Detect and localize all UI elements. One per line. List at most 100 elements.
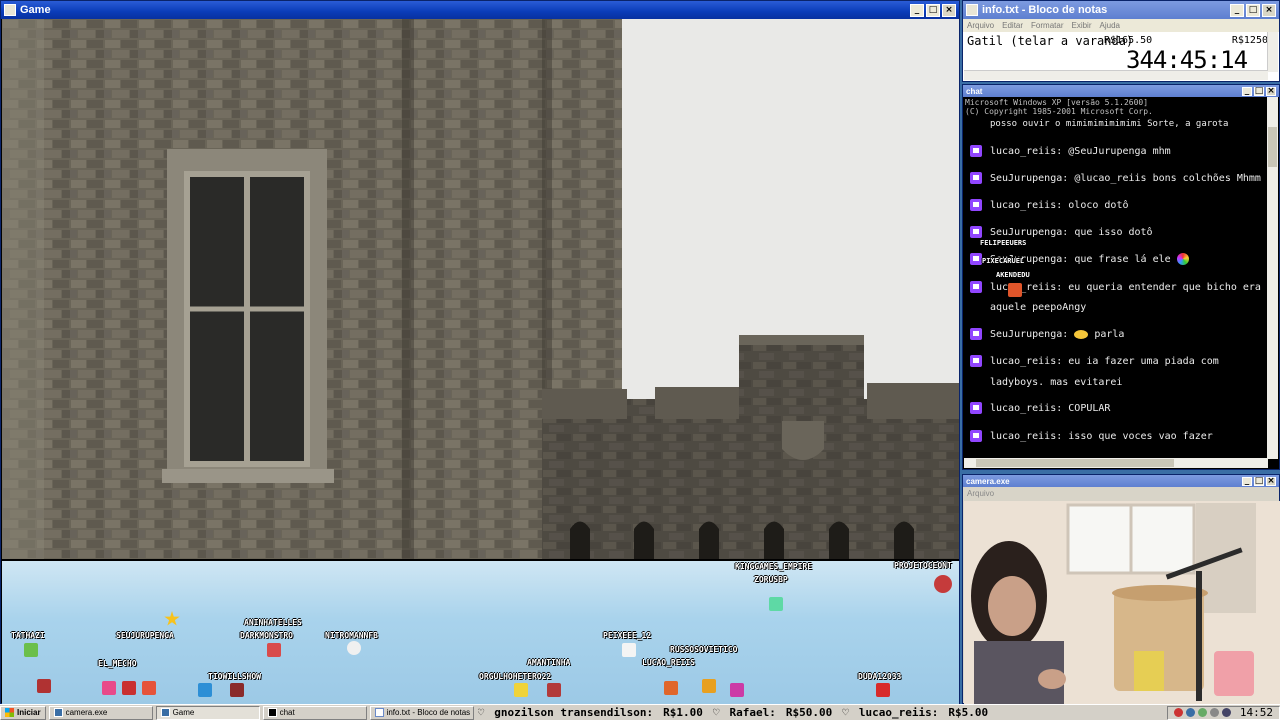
menu-format[interactable]: Formatar [1031, 21, 1063, 30]
chat-user: SeuJurupenga: [990, 329, 1069, 340]
start-button[interactable]: Iniciar [0, 705, 46, 720]
chat-horizontal-scrollbar[interactable] [964, 458, 1268, 468]
tray-app-icon[interactable] [1185, 708, 1195, 717]
close-button[interactable]: × [942, 3, 956, 17]
notepad-horizontal-scrollbar[interactable] [964, 70, 1268, 80]
twitch-icon [970, 226, 982, 238]
player-name: ANINHATELLES [244, 618, 302, 627]
chat-text: @lucao_reiis bons colchões Mhmm [1074, 173, 1261, 184]
maximize-button[interactable]: □ [1254, 476, 1264, 486]
minimize-button[interactable]: _ [1242, 476, 1252, 486]
player-name: AMANTINHA [527, 658, 571, 667]
camera-menubar: Arquivo [963, 487, 1279, 500]
scroll-thumb[interactable] [976, 459, 1174, 467]
chat-title: chat [966, 86, 983, 96]
chat-user: lucao_reiis: [990, 282, 1063, 293]
notepad-text-area[interactable]: Gatil (telar a varanda) R$165.50 R$1250 … [964, 32, 1268, 74]
notepad-app-icon [966, 4, 978, 16]
player-sprite[interactable] [622, 643, 636, 657]
menu-edit[interactable]: Editar [1002, 21, 1023, 30]
maximize-button[interactable]: □ [926, 3, 940, 17]
console-header: Microsoft Windows XP [versão 5.1.2600] [965, 98, 1149, 107]
network-icon[interactable] [1221, 708, 1231, 717]
chat-message: lucao_reiis: isso que voces vao fazer [970, 430, 1213, 442]
maximize-button[interactable]: □ [1246, 3, 1260, 17]
player-sprite[interactable] [347, 641, 361, 655]
player-name: DARKMONSTRO [240, 631, 293, 640]
chat-message-continuation: ladyboys. mas evitarei [990, 377, 1122, 388]
notepad-app-icon [374, 708, 384, 717]
player-sprite[interactable] [514, 683, 528, 697]
close-button[interactable]: × [1266, 476, 1276, 486]
maximize-button[interactable]: □ [1254, 86, 1264, 96]
menu-view[interactable]: Exibir [1071, 21, 1091, 30]
minimize-button[interactable]: _ [1230, 3, 1244, 17]
menu-help[interactable]: Ajuda [1100, 21, 1120, 30]
player-name: ZORUSBP [754, 575, 788, 584]
chat-message: lucao_reiis: @SeuJurupenga mhm [970, 145, 1171, 157]
player-sprite[interactable] [198, 683, 212, 697]
menu-file[interactable]: Arquivo [967, 489, 994, 498]
player-sprite[interactable] [876, 683, 890, 697]
notepad-window[interactable]: info.txt - Bloco de notas _ □ × Arquivo … [962, 0, 1280, 82]
taskbar: Iniciar camera.exe Game chat info.txt - … [0, 704, 1280, 720]
twitch-icon [970, 355, 982, 367]
scroll-thumb[interactable] [1268, 127, 1277, 167]
game-titlebar[interactable]: Game _ □ × [1, 1, 959, 19]
camera-titlebar[interactable]: camera.exe _ □ × [963, 475, 1279, 487]
player-name: KINGGAMES_EMPIRE [735, 562, 813, 571]
notepad-titlebar[interactable]: info.txt - Bloco de notas _ □ × [963, 1, 1279, 19]
star-sprite[interactable] [164, 611, 180, 626]
task-notepad[interactable]: info.txt - Bloco de notas [369, 705, 474, 720]
close-button[interactable]: × [1262, 3, 1276, 17]
task-chat[interactable]: chat [262, 705, 367, 720]
chat-partial-line: posso ouvir o mimimimimimimi Sorte, a ga… [990, 119, 1229, 129]
chat-titlebar[interactable]: chat _ □ × [963, 85, 1279, 97]
player-sprite[interactable] [122, 681, 136, 695]
chat-text: eu ia fazer uma piada com [1068, 356, 1219, 367]
donation-amount: R$5.00 [948, 706, 989, 719]
minimize-button[interactable]: _ [1242, 86, 1252, 96]
chat-message: SeuJurupenga: parla [970, 328, 1124, 340]
emote-icon [1074, 329, 1089, 339]
player-sprite[interactable] [934, 575, 952, 593]
player-sprite[interactable] [142, 681, 156, 695]
task-game[interactable]: Game [155, 705, 260, 720]
player-sprite[interactable] [547, 683, 561, 697]
clock[interactable]: 14:52 [1240, 706, 1273, 719]
chat-user: SeuJurupenga: [990, 173, 1069, 184]
task-camera[interactable]: camera.exe [48, 705, 153, 720]
player-name: TATHAZI [11, 631, 45, 640]
chat-vertical-scrollbar[interactable] [1267, 97, 1278, 459]
player-sprite[interactable] [267, 643, 281, 657]
player-sprite[interactable] [664, 681, 678, 695]
player-name: SEUJURUPENGA [116, 631, 174, 640]
player-name: LUCAO_REIIS [642, 658, 695, 667]
menu-file[interactable]: Arquivo [967, 21, 994, 30]
player-sprite[interactable] [230, 683, 244, 697]
minimize-button[interactable]: _ [910, 3, 924, 17]
player-name: ORGULHOHETERO22 [479, 672, 552, 681]
player-sprite[interactable] [769, 597, 783, 611]
heart-icon: ♡ [477, 706, 485, 719]
volume-icon[interactable] [1209, 708, 1219, 717]
player-sprite[interactable] [24, 643, 38, 657]
player-name: PEIXEEE_12 [603, 631, 652, 640]
tray-app-icon[interactable] [1173, 708, 1183, 717]
chat-window[interactable]: chat _ □ × Microsoft Windows XP [versão … [962, 84, 1280, 470]
camera-title: camera.exe [966, 476, 1010, 486]
game-window[interactable]: Game _ □ × TATHAZI SEUJURUPENGA ANINHATE… [0, 0, 960, 705]
close-button[interactable]: × [1266, 86, 1276, 96]
player-sprite[interactable] [37, 679, 51, 693]
player-sprite[interactable] [102, 681, 116, 695]
chat-message: SeuJurupenga: @lucao_reiis bons colchões… [970, 172, 1261, 184]
windows-logo-icon [5, 708, 14, 717]
player-sprite[interactable] [702, 679, 716, 693]
player-sprite[interactable] [730, 683, 744, 697]
notepad-vertical-scrollbar[interactable] [1267, 32, 1278, 72]
tray-app-icon[interactable] [1197, 708, 1207, 717]
twitch-icon [970, 253, 982, 265]
task-label: chat [279, 708, 295, 717]
camera-window[interactable]: camera.exe _ □ × Arquivo [962, 474, 1280, 704]
overlay-player-sprite [1008, 283, 1022, 297]
